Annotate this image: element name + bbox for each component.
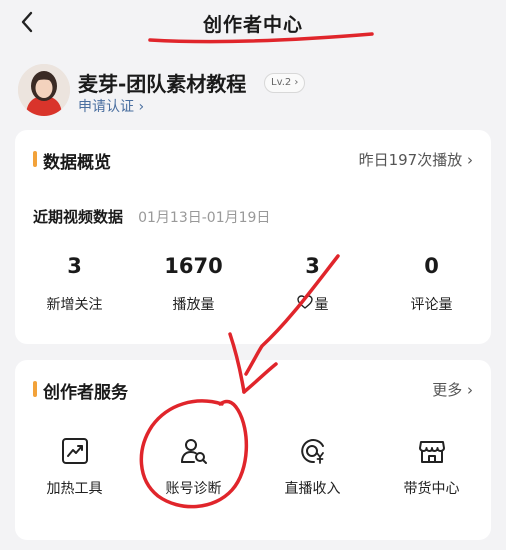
services-row: 加热工具 账号诊断 直播收入 带货中心 [15, 436, 491, 516]
avatar[interactable] [18, 64, 70, 116]
period-label: 近期视频数据 [33, 208, 124, 226]
stat-label: 播放量 [172, 297, 215, 313]
service-heat-tool[interactable]: 加热工具 [15, 436, 134, 516]
stat-value: 1670 [164, 254, 223, 278]
yesterday-plays-link[interactable]: 昨日197次播放 › [359, 149, 473, 170]
verify-link[interactable]: 申请认证 › [78, 96, 144, 116]
period-row: 近期视频数据 01月13日-01月19日 [33, 206, 473, 228]
stat-value: 0 [424, 254, 439, 278]
service-label: 加热工具 [46, 481, 103, 497]
user-search-icon [179, 436, 209, 466]
service-account-diagnosis[interactable]: 账号诊断 [134, 436, 253, 516]
service-commerce-center[interactable]: 带货中心 [372, 436, 491, 516]
heart-icon [296, 295, 313, 313]
stat-label: 评论量 [410, 297, 453, 313]
accent-bar [33, 151, 37, 167]
service-label: 账号诊断 [165, 481, 222, 497]
storefront-icon [417, 436, 447, 466]
data-overview-header: 数据概览 昨日197次播放 › [15, 148, 491, 173]
creator-services-title: 创作者服务 [43, 383, 128, 403]
service-label: 带货中心 [403, 481, 460, 497]
creator-services-card: 创作者服务 更多 › 加热工具 账号诊断 直播收入 带货中心 [15, 360, 491, 540]
stat-label: 量 [314, 297, 329, 313]
profile-header: 麦芽-团队素材教程 Lv.2 › 申请认证 › [14, 64, 492, 120]
top-bar: 创作者中心 [0, 0, 506, 50]
stat-new-followers[interactable]: 3 新增关注 [15, 254, 134, 324]
username: 麦芽-团队素材教程 [78, 72, 247, 96]
service-live-income[interactable]: 直播收入 [253, 436, 372, 516]
stat-value: 3 [305, 254, 320, 278]
accent-bar [33, 381, 37, 397]
period-range[interactable]: 01月13日-01月19日 [138, 210, 270, 226]
stat-comments[interactable]: 0 评论量 [372, 254, 491, 324]
live-income-icon [298, 436, 328, 466]
service-label: 直播收入 [284, 481, 341, 497]
trending-chart-icon [60, 436, 90, 466]
creator-services-header: 创作者服务 更多 › [15, 378, 491, 403]
stat-likes[interactable]: 3 量 [253, 254, 372, 324]
data-overview-title: 数据概览 [43, 153, 111, 173]
stat-label: 新增关注 [46, 297, 103, 313]
data-overview-card: 数据概览 昨日197次播放 › 近期视频数据 01月13日-01月19日 3 新… [15, 130, 491, 344]
stat-plays[interactable]: 1670 播放量 [134, 254, 253, 324]
more-services-link[interactable]: 更多 › [432, 379, 473, 400]
page-title: 创作者中心 [202, 14, 303, 36]
stats-row: 3 新增关注 1670 播放量 3 量 0 评论量 [15, 254, 491, 324]
stat-value: 3 [67, 254, 82, 278]
level-badge[interactable]: Lv.2 › [264, 73, 306, 93]
